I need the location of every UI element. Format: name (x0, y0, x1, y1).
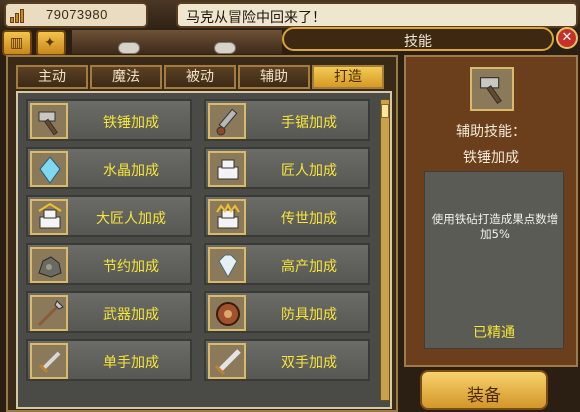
skill-label: 匠人加成 (281, 163, 337, 179)
saw-icon (208, 103, 246, 139)
close-button[interactable]: ✕ (556, 27, 578, 49)
tab-crafting[interactable]: 打造 (312, 65, 384, 89)
skill-weapon-bonus[interactable]: 武器加成 (26, 291, 192, 333)
equip-button[interactable]: 装备 (420, 370, 548, 410)
scrollbar-thumb[interactable] (381, 104, 389, 118)
decorative-bead (118, 42, 140, 54)
skill-label: 武器加成 (103, 307, 159, 323)
skill-label: 单手加成 (103, 355, 159, 371)
skill-craftsman-bonus[interactable]: 匠人加成 (204, 147, 370, 189)
skill-label: 大匠人加成 (96, 211, 166, 227)
skill-grid-frame: 铁锤加成 手锯加成 水晶加成 匠人加成 大匠人加成 传世加成 节约加成 高产加成… (16, 91, 392, 409)
skill-name: 铁锤加成 (463, 150, 519, 166)
greatsword-icon (208, 343, 246, 379)
skill-description: 使用铁砧打造成果点数增加5% (431, 212, 559, 241)
shield-icon (208, 295, 246, 331)
skill-label: 传世加成 (281, 211, 337, 227)
skill-detail-panel: 辅助技能： 铁锤加成 使用铁砧打造成果点数增加5% 已精通 (404, 55, 578, 367)
skill-status: 已精通 (473, 325, 515, 341)
tab-magic[interactable]: 魔法 (90, 65, 162, 89)
skill-label: 高产加成 (281, 259, 337, 275)
decorative-bead (214, 42, 236, 54)
skill-armor-bonus[interactable]: 防具加成 (204, 291, 370, 333)
building-button[interactable]: ▥ (2, 30, 32, 56)
scroll-icon: ✦ (44, 35, 56, 51)
crystal-icon (30, 151, 68, 187)
gold-counter: 79073980 (4, 2, 148, 28)
skill-label: 铁锤加成 (103, 115, 159, 131)
gold-bars-icon (10, 7, 28, 23)
spear-icon (30, 295, 68, 331)
window-title: 技能 (404, 34, 432, 50)
skill-category-tabs: 主动 魔法 被动 辅助 打造 (16, 65, 384, 89)
skill-label: 水晶加成 (103, 163, 159, 179)
message-box: 马克从冒险中回来了！ (176, 2, 578, 28)
map-button[interactable]: ✦ (36, 30, 66, 56)
legend-icon (208, 199, 246, 235)
skill-hammer-bonus[interactable]: 铁锤加成 (26, 99, 192, 141)
skill-productivity-bonus[interactable]: 高产加成 (204, 243, 370, 285)
equip-button-label: 装备 (467, 386, 501, 406)
sword-icon (30, 343, 68, 379)
skill-crystal-bonus[interactable]: 水晶加成 (26, 147, 192, 189)
skill-two-hand-bonus[interactable]: 双手加成 (204, 339, 370, 381)
close-icon: ✕ (561, 30, 573, 45)
ore-icon (30, 247, 68, 283)
skill-saw-bonus[interactable]: 手锯加成 (204, 99, 370, 141)
craftsman-icon (208, 151, 246, 187)
diamond-icon (208, 247, 246, 283)
tab-support[interactable]: 辅助 (238, 65, 310, 89)
skill-legend-bonus[interactable]: 传世加成 (204, 195, 370, 237)
hammer-icon (470, 67, 514, 111)
skill-master-craftsman-bonus[interactable]: 大匠人加成 (26, 195, 192, 237)
decorative-rope (72, 30, 282, 54)
skill-label: 双手加成 (281, 355, 337, 371)
skill-label: 节约加成 (103, 259, 159, 275)
skill-one-hand-bonus[interactable]: 单手加成 (26, 339, 192, 381)
window-title-bar: 技能 (282, 27, 554, 51)
skill-label: 手锯加成 (281, 115, 337, 131)
skill-list-panel: 主动 魔法 被动 辅助 打造 铁锤加成 手锯加成 水晶加成 匠人加成 大匠人加成… (6, 55, 398, 412)
message-text: 马克从冒险中回来了！ (186, 10, 326, 26)
skill-thrift-bonus[interactable]: 节约加成 (26, 243, 192, 285)
skill-description-box: 使用铁砧打造成果点数增加5% 已精通 (424, 171, 564, 349)
skill-list-scrollbar[interactable] (380, 99, 390, 401)
tab-passive[interactable]: 被动 (164, 65, 236, 89)
skill-label: 防具加成 (281, 307, 337, 323)
skill-type-label: 辅助技能： (456, 124, 526, 140)
master-craftsman-icon (30, 199, 68, 235)
top-bar: 79073980 马克从冒险中回来了！ (0, 0, 580, 30)
building-icon: ▥ (10, 35, 24, 51)
gold-value: 79073980 (46, 7, 108, 22)
tab-active-skills[interactable]: 主动 (16, 65, 88, 89)
hammer-icon (30, 103, 68, 139)
